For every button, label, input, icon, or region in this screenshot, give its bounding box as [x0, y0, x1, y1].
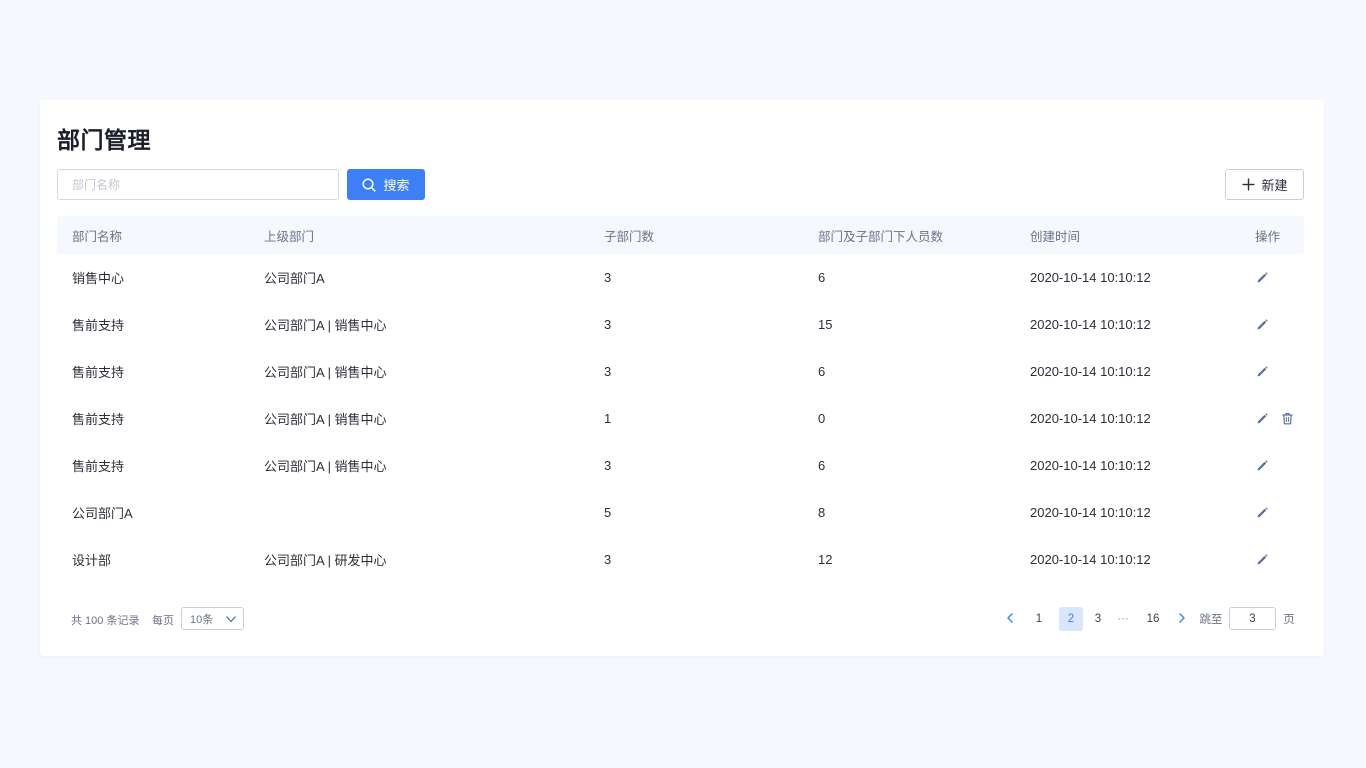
cell-member-count: 6 — [818, 458, 826, 473]
cell-parent-department: 公司部门A — [264, 271, 325, 286]
per-page-value: 10条 — [190, 613, 214, 626]
table-footer: 共 100 条记录 每页 10条 1 2 3 ··· 16 跳至 3 页 — [71, 607, 1304, 631]
cell-parent-department: 公司部门A | 研发中心 — [264, 553, 387, 568]
table-row: 售前支持 公司部门A | 销售中心 1 0 2020-10-14 10:10:12 — [57, 395, 1304, 442]
next-page-button[interactable] — [1174, 607, 1190, 631]
cell-created-time: 2020-10-14 10:10:12 — [1030, 364, 1151, 379]
column-header-name: 部门名称 — [72, 229, 123, 244]
cell-department-name: 售前支持 — [72, 412, 125, 427]
search-button-label: 搜索 — [383, 178, 410, 193]
column-header-parent: 上级部门 — [264, 229, 315, 244]
table-row: 售前支持 公司部门A | 销售中心 3 15 2020-10-14 10:10:12 — [57, 301, 1304, 348]
per-page-select[interactable]: 10条 — [181, 607, 244, 630]
plus-icon — [1241, 178, 1255, 192]
cell-created-time: 2020-10-14 10:10:12 — [1030, 411, 1151, 426]
pencil-icon[interactable] — [1255, 553, 1269, 567]
chevron-down-icon — [225, 613, 237, 628]
search-icon — [362, 177, 377, 192]
cell-parent-department: 公司部门A | 销售中心 — [264, 318, 387, 333]
prev-page-button[interactable] — [1002, 607, 1018, 631]
cell-department-name: 售前支持 — [72, 318, 125, 333]
page-button-3[interactable]: 3 — [1088, 607, 1108, 631]
table-header: 部门名称 上级部门 子部门数 部门及子部门下人员数 创建时间 操作 — [57, 216, 1304, 254]
cell-sub-department-count: 3 — [604, 270, 612, 285]
page-button-1[interactable]: 1 — [1029, 607, 1049, 631]
table-row: 设计部 公司部门A | 研发中心 3 12 2020-10-14 10:10:12 — [57, 536, 1304, 583]
chevron-right-icon — [1177, 612, 1187, 627]
row-actions — [1255, 318, 1269, 332]
trash-icon[interactable] — [1280, 412, 1294, 426]
cell-member-count: 8 — [818, 505, 826, 520]
table-body: 销售中心 公司部门A 3 6 2020-10-14 10:10:12 售前支持 公司部门A … — [57, 254, 1304, 583]
department-management-card: 部门管理 搜索 新建 部门名称 上级部门 子部门数 部门及子部门下人员数 创建时… — [40, 100, 1324, 656]
cell-department-name: 销售中心 — [72, 271, 125, 286]
chevron-left-icon — [1005, 612, 1015, 627]
department-name-search-input[interactable] — [57, 169, 339, 200]
page-title: 部门管理 — [57, 127, 151, 153]
pencil-icon[interactable] — [1255, 318, 1269, 332]
column-header-children: 子部门数 — [604, 229, 655, 244]
cell-created-time: 2020-10-14 10:10:12 — [1030, 458, 1151, 473]
pagination: 1 2 3 ··· 16 跳至 页 — [1002, 607, 1304, 631]
cell-created-time: 2020-10-14 10:10:12 — [1030, 270, 1151, 285]
cell-department-name: 公司部门A — [72, 506, 133, 521]
page-ellipsis: ··· — [1117, 613, 1129, 625]
table-row: 售前支持 公司部门A | 销售中心 3 6 2020-10-14 10:10:12 — [57, 442, 1304, 489]
jump-to-label: 跳至 — [1199, 614, 1223, 626]
cell-parent-department: 公司部门A | 销售中心 — [264, 459, 387, 474]
cell-sub-department-count: 5 — [604, 505, 612, 520]
row-actions — [1255, 412, 1294, 426]
row-actions — [1255, 459, 1269, 473]
per-page-label: 每页 — [152, 615, 174, 627]
cell-sub-department-count: 3 — [604, 552, 612, 567]
column-header-members: 部门及子部门下人员数 — [818, 229, 944, 244]
row-actions — [1255, 553, 1269, 567]
cell-sub-department-count: 3 — [604, 458, 612, 473]
table-row: 销售中心 公司部门A 3 6 2020-10-14 10:10:12 — [57, 254, 1304, 301]
page-suffix-label: 页 — [1283, 614, 1295, 626]
cell-created-time: 2020-10-14 10:10:12 — [1030, 505, 1151, 520]
cell-member-count: 15 — [818, 317, 833, 332]
page-button-2[interactable]: 2 — [1059, 607, 1083, 631]
table-row: 售前支持 公司部门A | 销售中心 3 6 2020-10-14 10:10:12 — [57, 348, 1304, 395]
cell-sub-department-count: 1 — [604, 411, 612, 426]
cell-parent-department: 公司部门A | 销售中心 — [264, 365, 387, 380]
page-button-16[interactable]: 16 — [1142, 607, 1164, 631]
cell-department-name: 设计部 — [72, 553, 112, 568]
pencil-icon[interactable] — [1255, 271, 1269, 285]
table-row: 公司部门A 5 8 2020-10-14 10:10:12 — [57, 489, 1304, 536]
department-table: 部门名称 上级部门 子部门数 部门及子部门下人员数 创建时间 操作 销售中心公司… — [57, 216, 1304, 583]
column-header-created: 创建时间 — [1030, 229, 1081, 244]
cell-created-time: 2020-10-14 10:10:12 — [1030, 317, 1151, 332]
cell-member-count: 12 — [818, 552, 833, 567]
column-header-actions: 操作 — [1255, 229, 1281, 244]
cell-department-name: 售前支持 — [72, 365, 125, 380]
pencil-icon[interactable] — [1255, 459, 1269, 473]
cell-sub-department-count: 3 — [604, 317, 612, 332]
new-department-button[interactable]: 新建 — [1225, 169, 1304, 200]
cell-created-time: 2020-10-14 10:10:12 — [1030, 552, 1151, 567]
cell-member-count: 6 — [818, 270, 826, 285]
cell-member-count: 6 — [818, 364, 826, 379]
total-records-text: 共 100 条记录 — [71, 615, 140, 627]
jump-page-input[interactable] — [1229, 607, 1276, 630]
cell-parent-department: 公司部门A | 销售中心 — [264, 412, 387, 427]
row-actions — [1255, 271, 1269, 285]
cell-member-count: 0 — [818, 411, 826, 426]
cell-department-name: 售前支持 — [72, 459, 125, 474]
search-button[interactable]: 搜索 — [347, 169, 425, 200]
cell-sub-department-count: 3 — [604, 364, 612, 379]
pencil-icon[interactable] — [1255, 412, 1269, 426]
new-button-label: 新建 — [1261, 178, 1288, 193]
pencil-icon[interactable] — [1255, 365, 1269, 379]
row-actions — [1255, 506, 1269, 520]
row-actions — [1255, 365, 1269, 379]
pencil-icon[interactable] — [1255, 506, 1269, 520]
